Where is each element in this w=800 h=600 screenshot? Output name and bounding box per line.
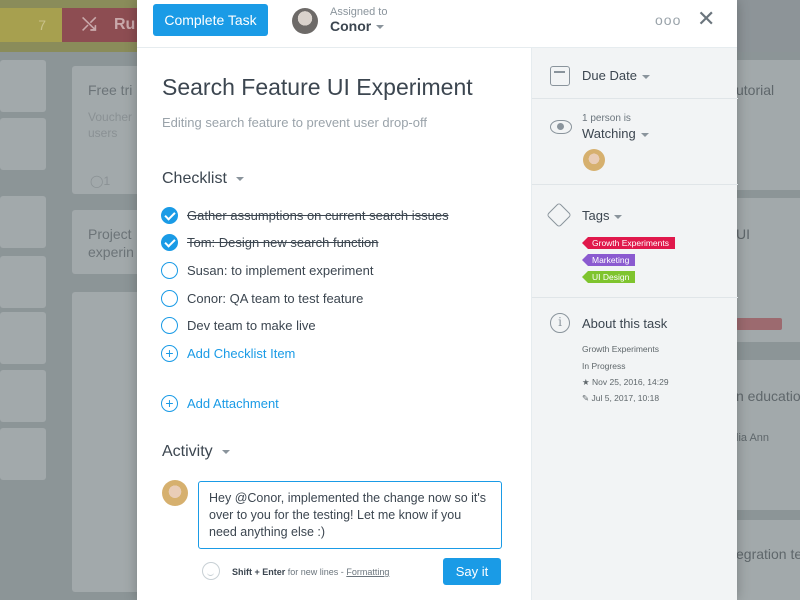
watching-selector[interactable]: Watching	[582, 126, 649, 141]
background-card	[0, 118, 46, 170]
background-card	[0, 196, 46, 248]
checklist-item[interactable]: Conor: QA team to test feature	[161, 289, 501, 309]
watcher-avatar[interactable]	[583, 149, 605, 171]
plus-circle-icon: +	[161, 395, 178, 412]
modal-header: Complete Task Assigned to Conor ooo ✕	[137, 0, 737, 48]
emoji-icon[interactable]	[202, 562, 220, 580]
assigned-to-label: Assigned to	[330, 6, 388, 18]
due-date-selector[interactable]: Due Date	[582, 68, 650, 83]
background-card	[0, 256, 46, 308]
checkbox[interactable]	[161, 290, 178, 307]
chevron-down-icon	[221, 449, 230, 454]
commenter-avatar	[162, 480, 188, 506]
background-card	[0, 428, 46, 480]
divider	[532, 297, 738, 298]
checkbox[interactable]	[161, 317, 178, 334]
checkbox-checked[interactable]	[161, 207, 178, 224]
chevron-down-icon	[376, 25, 385, 30]
workflow-icon: ⤯	[82, 14, 97, 34]
about-created: ★ Nov 25, 2016, 14:29	[582, 377, 669, 387]
plus-circle-icon: +	[161, 345, 178, 362]
chevron-down-icon	[235, 176, 244, 181]
background-tag	[736, 318, 782, 330]
background-card	[0, 312, 46, 364]
about-heading: About this task	[582, 316, 668, 331]
task-sidebar: Due Date 1 person is Watching Tags Growt…	[531, 48, 738, 600]
formatting-hint: Shift + Enter for new lines - Formatting	[232, 567, 390, 577]
tag-growth-experiments[interactable]: Growth Experiments	[582, 237, 675, 249]
task-modal: Complete Task Assigned to Conor ooo ✕ Se…	[137, 0, 738, 600]
about-updated: ✎ Jul 5, 2017, 10:18	[582, 393, 660, 403]
chevron-down-icon	[640, 132, 649, 137]
close-icon[interactable]: ✕	[697, 6, 715, 32]
watching-count: 1 person is	[582, 113, 631, 124]
formatting-link[interactable]: Formatting	[346, 567, 389, 577]
task-main: Search Feature UI Experiment Editing sea…	[137, 48, 531, 600]
board-counter: 7	[0, 8, 62, 42]
activity-heading[interactable]: Activity	[162, 443, 230, 461]
calendar-icon	[550, 66, 570, 86]
say-it-button[interactable]: Say it	[443, 558, 501, 585]
tag-marketing[interactable]: Marketing	[582, 254, 636, 266]
background-card: Project experin	[72, 210, 142, 274]
checkbox[interactable]	[161, 262, 178, 279]
about-board[interactable]: Growth Experiments	[582, 344, 659, 354]
more-options-icon[interactable]: ooo	[655, 12, 681, 28]
tag-ui-design[interactable]: UI Design	[582, 271, 636, 283]
comment-input[interactable]: Hey @Conor, implemented the change now s…	[198, 481, 502, 549]
board-topbar-right	[736, 0, 800, 52]
board-tab: ⤯ Ru	[62, 8, 142, 42]
complete-task-button[interactable]: Complete Task	[153, 4, 268, 36]
divider	[532, 184, 738, 185]
checklist-item[interactable]: Tom: Design new search function	[161, 233, 501, 253]
chevron-down-icon	[614, 214, 623, 219]
checklist-item[interactable]: Dev team to make live	[161, 316, 501, 336]
tag-icon	[546, 202, 572, 228]
eye-icon	[550, 120, 572, 134]
divider	[532, 98, 738, 99]
assignee-name[interactable]: Conor	[330, 18, 385, 34]
checklist-heading[interactable]: Checklist	[162, 170, 244, 188]
pencil-icon: ✎	[582, 393, 590, 403]
checklist-item[interactable]: Gather assumptions on current search iss…	[161, 206, 501, 226]
assignee-avatar	[292, 8, 318, 34]
background-card	[72, 292, 142, 592]
background-card	[736, 60, 800, 190]
comment-count: ◯1	[90, 174, 111, 188]
background-card	[0, 370, 46, 422]
tags-selector[interactable]: Tags	[582, 208, 623, 223]
info-icon: i	[550, 313, 570, 333]
background-card: Free tri Voucher users ◯1	[72, 66, 142, 194]
checkbox-checked[interactable]	[161, 234, 178, 251]
chevron-down-icon	[641, 74, 650, 79]
about-status: In Progress	[582, 361, 626, 371]
star-icon: ★	[582, 377, 590, 387]
task-description[interactable]: Editing search feature to prevent user d…	[162, 115, 427, 130]
background-card	[0, 60, 46, 112]
checklist-item[interactable]: Susan: to implement experiment	[161, 261, 501, 281]
comment-footer: Shift + Enter for new lines - Formatting…	[198, 558, 502, 588]
task-title[interactable]: Search Feature UI Experiment	[162, 74, 473, 101]
